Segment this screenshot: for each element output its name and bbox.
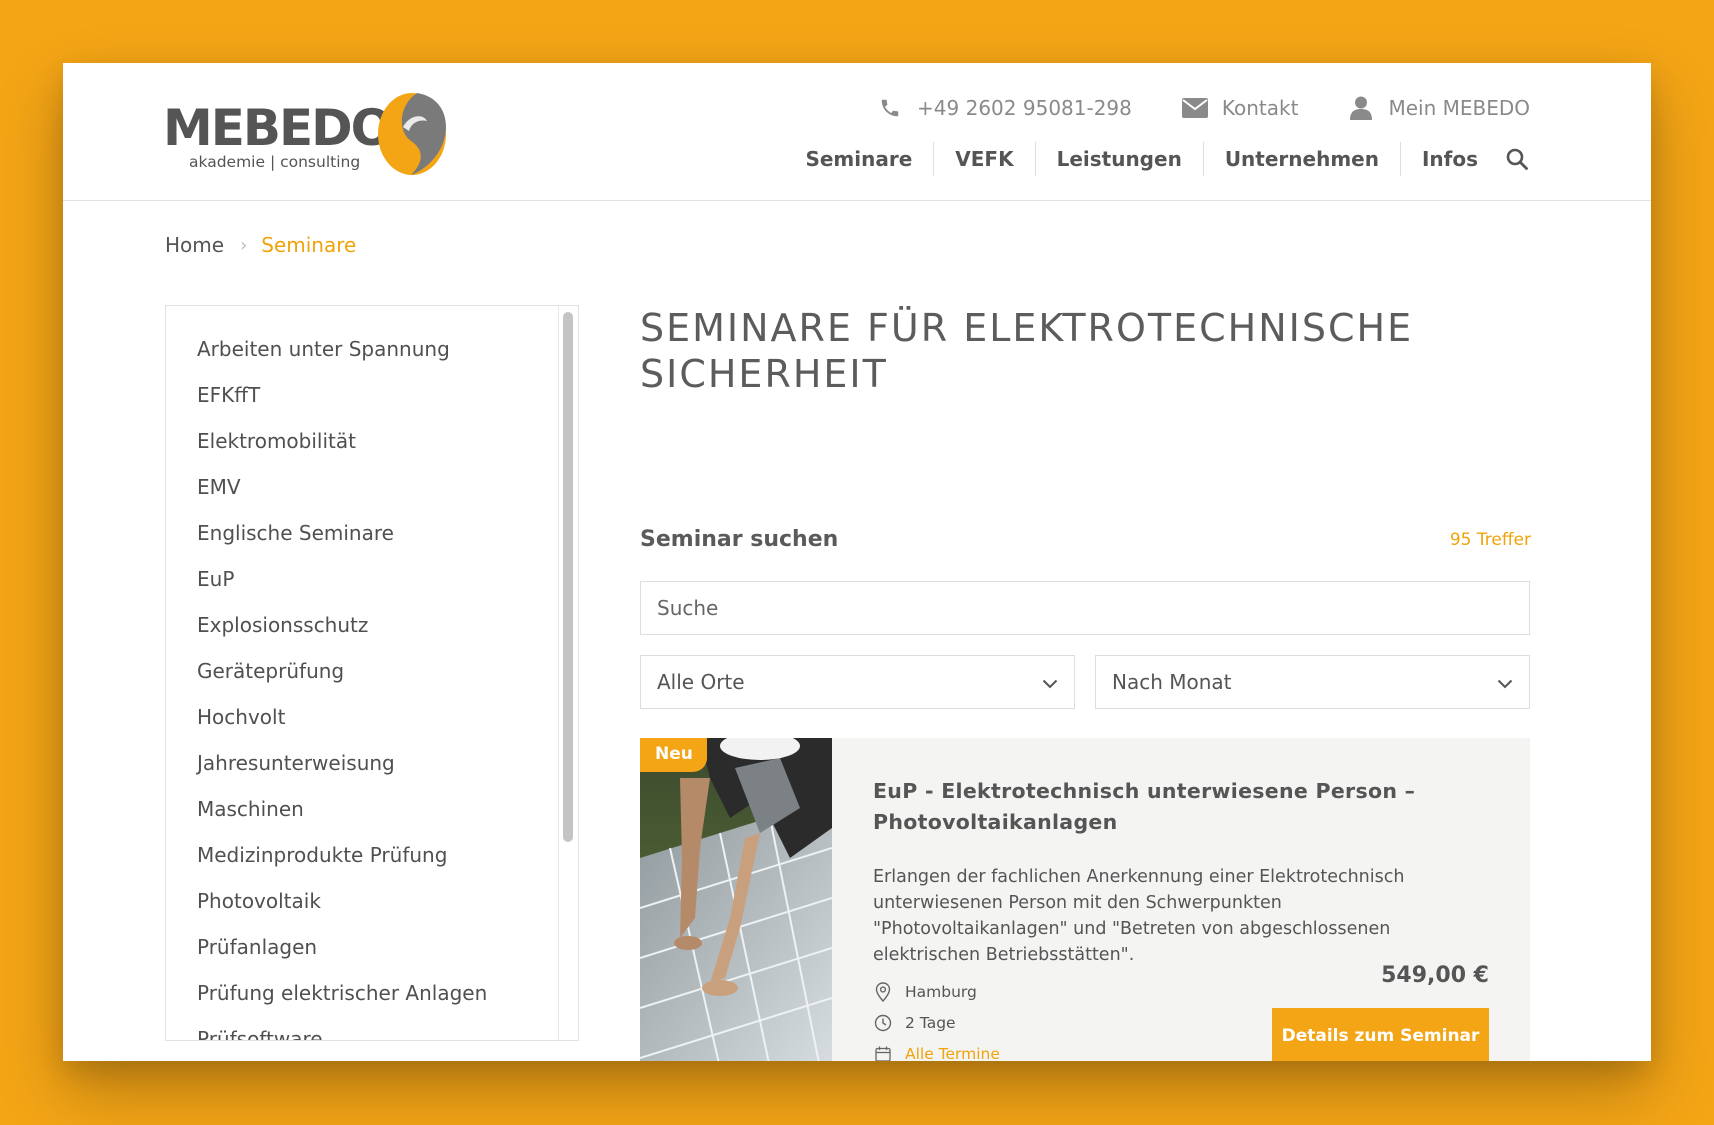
sidebar-scrollbar[interactable] — [558, 306, 578, 1040]
account-label: Mein MEBEDO — [1388, 96, 1530, 120]
mebedo-logo[interactable]: MEBEDO akademie | consulting — [163, 89, 513, 179]
breadcrumb-current: Seminare — [261, 233, 357, 257]
account-link[interactable]: Mein MEBEDO — [1348, 95, 1530, 121]
logo-tagline: akademie | consulting — [189, 153, 361, 171]
sidebar-item-pruefung-elektrischer-anlagen[interactable]: Prüfung elektrischer Anlagen — [197, 978, 578, 1024]
search-input[interactable] — [640, 581, 1530, 635]
site-header: MEBEDO akademie | consulting +49 2602 95… — [63, 63, 1651, 201]
location-select-value: Alle Orte — [657, 670, 745, 694]
nav-leistungen[interactable]: Leistungen — [1034, 142, 1203, 176]
sidebar-item-explosionsschutz[interactable]: Explosionsschutz — [197, 610, 578, 656]
clock-icon — [873, 1013, 893, 1033]
results-count: 95 Treffer — [1449, 530, 1531, 550]
sidebar-item-pruefanlagen[interactable]: Prüfanlagen — [197, 932, 578, 978]
nav-unternehmen[interactable]: Unternehmen — [1202, 142, 1400, 176]
seminar-duration: 2 Tage — [873, 1007, 1000, 1038]
seminar-location-label: Hamburg — [905, 982, 977, 1001]
sidebar-item-arbeiten-unter-spannung[interactable]: Arbeiten unter Spannung — [197, 334, 578, 380]
location-select[interactable]: Alle Orte — [640, 655, 1075, 709]
sidebar-item-pruefsoftware[interactable]: Prüfsoftware — [197, 1024, 578, 1040]
nav-seminare[interactable]: Seminare — [784, 142, 933, 176]
seminar-price: 549,00 € — [1381, 963, 1489, 988]
phone-link[interactable]: +49 2602 95081-298 — [877, 95, 1132, 121]
utility-bar: +49 2602 95081-298 Kontakt Mein MEBEDO — [827, 95, 1530, 121]
nav-infos[interactable]: Infos — [1399, 142, 1499, 176]
logo-wordmark: MEBEDO — [163, 99, 393, 157]
all-dates-link[interactable]: Alle Termine — [905, 1045, 1000, 1062]
sidebar-item-emv[interactable]: EMV — [197, 472, 578, 518]
seminar-duration-label: 2 Tage — [905, 1013, 956, 1032]
seminar-card: Neu EuP - Elektrotechnisch unterwiesene … — [640, 738, 1530, 1061]
contact-link[interactable]: Kontakt — [1181, 95, 1299, 121]
chevron-down-icon — [1042, 670, 1058, 694]
search-heading: Seminar suchen — [640, 527, 839, 552]
map-pin-icon — [873, 981, 893, 1002]
sidebar-item-elektromobilitaet[interactable]: Elektromobilität — [197, 426, 578, 472]
month-select[interactable]: Nach Monat — [1095, 655, 1530, 709]
breadcrumb: Home › Seminare — [165, 233, 356, 257]
main-nav: Seminare VEFK Leistungen Unternehmen Inf… — [784, 139, 1531, 179]
search-icon[interactable] — [1503, 145, 1531, 173]
sidebar-scrollbar-thumb[interactable] — [563, 312, 573, 842]
sidebar-item-medizinprodukte-pruefung[interactable]: Medizinprodukte Prüfung — [197, 840, 578, 886]
phone-icon — [877, 95, 903, 121]
logo-mark-icon — [378, 93, 446, 175]
sidebar-item-hochvolt[interactable]: Hochvolt — [197, 702, 578, 748]
chevron-right-icon: › — [240, 234, 248, 256]
seminar-meta: Hamburg 2 Tage Alle Termine — [873, 976, 1000, 1061]
sidebar-item-photovoltaik[interactable]: Photovoltaik — [197, 886, 578, 932]
chevron-down-icon — [1497, 670, 1513, 694]
sidebar-item-maschinen[interactable]: Maschinen — [197, 794, 578, 840]
phone-number: +49 2602 95081-298 — [917, 96, 1132, 120]
new-badge: Neu — [640, 738, 707, 772]
seminar-details-button[interactable]: Details zum Seminar — [1272, 1008, 1489, 1061]
nav-vefk[interactable]: VEFK — [933, 142, 1034, 176]
breadcrumb-home[interactable]: Home — [165, 233, 224, 257]
month-select-value: Nach Monat — [1112, 670, 1232, 694]
seminar-dates: Alle Termine — [873, 1038, 1000, 1061]
contact-label: Kontakt — [1221, 96, 1299, 120]
solar-installer-illustration — [640, 738, 832, 1061]
sidebar-item-geraetepruefung[interactable]: Geräteprüfung — [197, 656, 578, 702]
category-sidebar: Arbeiten unter Spannung EFKffT Elektromo… — [165, 305, 579, 1041]
calendar-icon — [873, 1044, 893, 1061]
seminar-location: Hamburg — [873, 976, 1000, 1007]
browser-page: MEBEDO akademie | consulting +49 2602 95… — [63, 63, 1651, 1061]
sidebar-item-englische-seminare[interactable]: Englische Seminare — [197, 518, 578, 564]
sidebar-item-efkfft[interactable]: EFKffT — [197, 380, 578, 426]
seminar-photo[interactable]: Neu — [640, 738, 832, 1061]
envelope-icon — [1181, 95, 1208, 121]
page-title: SEMINARE FÜR ELEKTROTECHNISCHE SICHERHEI… — [640, 306, 1414, 396]
sidebar-item-jahresunterweisung[interactable]: Jahresunterweisung — [197, 748, 578, 794]
seminar-title[interactable]: EuP - Elektrotechnisch unterwiesene Pers… — [873, 776, 1433, 838]
user-icon — [1348, 95, 1374, 121]
sidebar-item-eup[interactable]: EuP — [197, 564, 578, 610]
seminar-description: Erlangen der fachlichen Anerkennung eine… — [873, 867, 1405, 965]
category-list: Arbeiten unter Spannung EFKffT Elektromo… — [166, 306, 578, 1040]
